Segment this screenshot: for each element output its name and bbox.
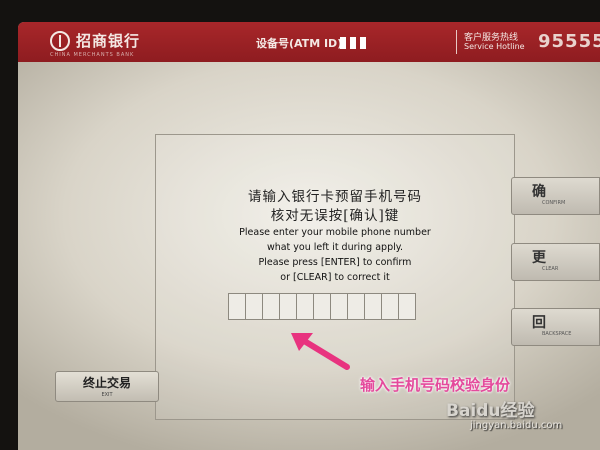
confirm-button-label: 确 <box>532 184 546 200</box>
bank-logo: 招商银行 <box>50 30 140 51</box>
bank-sub-name: CHINA MERCHANTS BANK <box>50 52 135 58</box>
backspace-button[interactable]: 回 BACKSPACE <box>511 308 600 346</box>
watermark-logo: Baidu经验 <box>446 401 535 421</box>
header-bar: 招商银行 CHINA MERCHANTS BANK 设备号(ATM ID) 客户… <box>18 22 600 62</box>
exit-button-label: 终止交易 <box>82 376 131 390</box>
digit-box <box>313 293 331 320</box>
hotline-label-en: Service Hotline <box>464 42 525 51</box>
digit-box <box>381 293 399 320</box>
prompt-cn-line-1: 请输入银行卡预留手机号码 <box>248 189 422 205</box>
digit-box <box>279 293 297 320</box>
pointer-arrow-icon <box>291 333 350 370</box>
confirm-button[interactable]: 确 CONFIRM <box>511 177 600 215</box>
exit-button-sublabel: EXIT <box>101 392 113 398</box>
clear-button-label: 更 <box>532 250 546 266</box>
exit-button[interactable]: 终止交易 EXIT <box>55 371 159 402</box>
digit-box <box>245 293 263 320</box>
digit-box <box>398 293 416 320</box>
device-id-masked <box>340 34 376 49</box>
device-id-label: 设备号(ATM ID) <box>256 37 343 50</box>
header-divider <box>456 30 457 54</box>
hotline-number: 95555 <box>538 31 600 52</box>
watermark-url: jingyan.baidu.com <box>470 420 563 431</box>
backspace-button-label: 回 <box>532 315 546 331</box>
clear-button[interactable]: 更 CLEAR <box>511 243 600 281</box>
confirm-button-sublabel: CONFIRM <box>542 200 566 206</box>
digit-box <box>330 293 348 320</box>
bank-name: 招商银行 <box>76 32 141 50</box>
bank-logo-icon <box>50 30 70 51</box>
phone-number-input[interactable] <box>228 293 416 320</box>
annotation-caption: 输入手机号码校验身份 <box>360 376 511 394</box>
prompt-en-line-1: Please enter your mobile phone number <box>239 227 431 238</box>
prompt-en-line-2: what you left it during apply. <box>266 242 404 253</box>
backspace-button-sublabel: BACKSPACE <box>542 331 572 337</box>
prompt-en-line-4: or [CLEAR] to correct it <box>280 272 390 283</box>
digit-box <box>228 293 246 320</box>
digit-box <box>347 293 365 320</box>
digit-box <box>296 293 314 320</box>
prompt-cn-line-2: 核对无误按[确认]键 <box>270 208 400 224</box>
digit-box <box>262 293 280 320</box>
digit-box <box>364 293 382 320</box>
prompt-en-line-3: Please press [ENTER] to confirm <box>258 257 412 268</box>
clear-button-sublabel: CLEAR <box>542 266 559 272</box>
